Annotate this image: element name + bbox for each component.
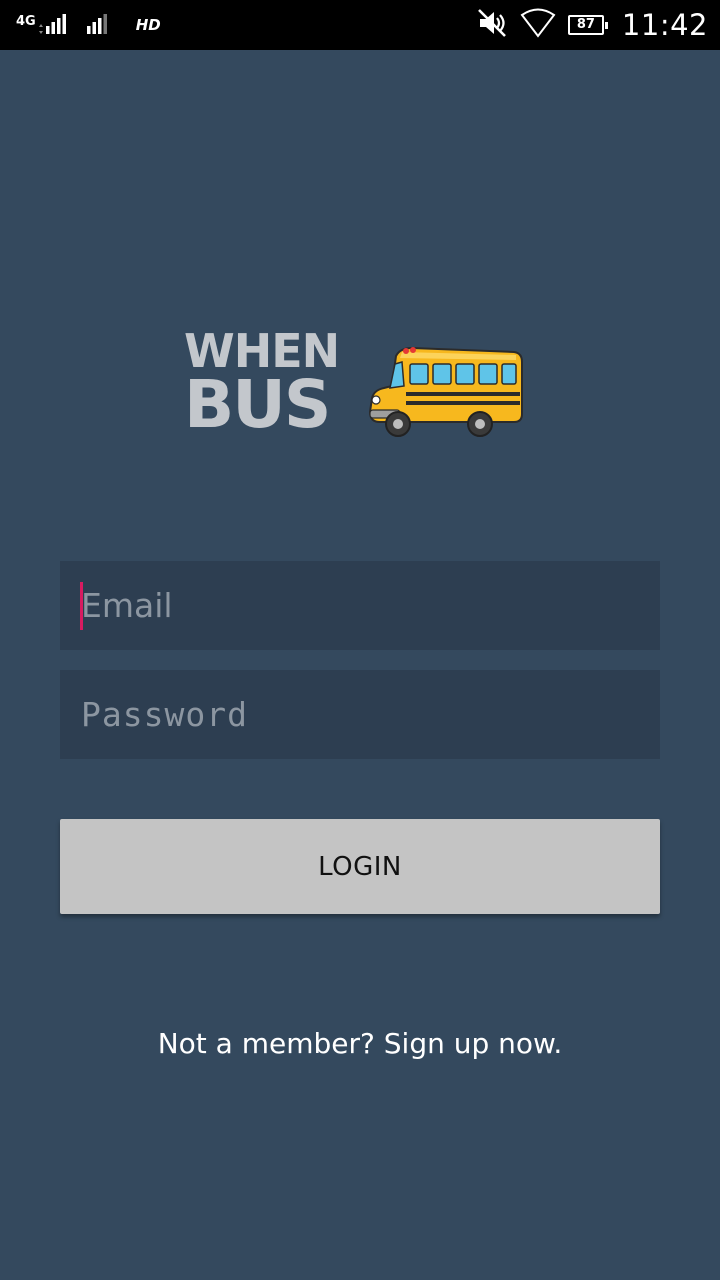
email-field[interactable]	[60, 561, 660, 650]
login-button[interactable]: LOGIN	[60, 819, 660, 914]
password-field-container	[60, 670, 660, 759]
login-screen: 4G HD 87 11:42 WHEN BUS Email LOGIN Not …	[0, 0, 720, 1280]
signup-link[interactable]: Not a member? Sign up now.	[0, 1020, 720, 1068]
status-bar-right: 87 11:42	[476, 0, 708, 50]
network-type-label: 4G	[16, 13, 36, 29]
logo-text: WHEN BUS	[184, 328, 340, 443]
text-cursor	[80, 582, 83, 630]
logo-line-bus: BUS	[184, 366, 331, 443]
email-field-container	[60, 561, 660, 650]
signal-sim2-icon	[86, 10, 120, 41]
status-bar-left: 4G HD	[16, 8, 161, 42]
app-logo: WHEN BUS	[184, 328, 529, 440]
status-bar: 4G HD 87 11:42	[0, 0, 720, 50]
clock: 11:42	[621, 8, 708, 42]
hd-voice-label: HD	[135, 16, 161, 34]
battery-level: 87	[576, 17, 595, 32]
signal-sim1-icon	[38, 10, 72, 41]
school-bus-icon	[366, 344, 526, 444]
vibrate-muted-icon	[476, 7, 508, 44]
password-field[interactable]	[60, 670, 660, 759]
battery-icon: 87	[567, 15, 608, 35]
wifi-icon	[520, 8, 556, 43]
